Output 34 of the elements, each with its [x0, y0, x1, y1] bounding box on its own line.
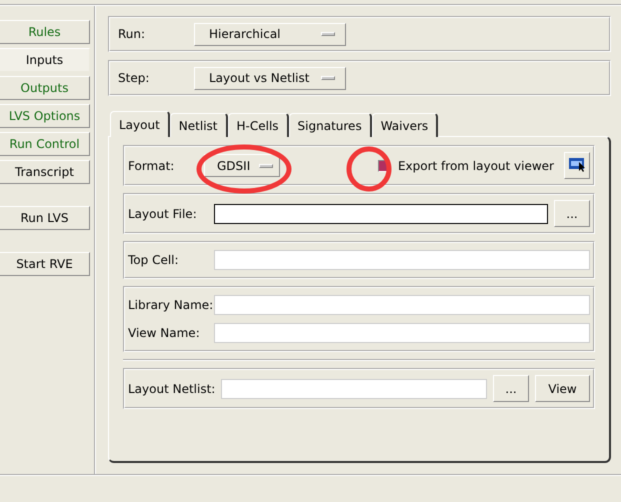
action-button[interactable]: Start RVE: [0, 252, 90, 276]
top-cell-label: Top Cell:: [128, 253, 180, 267]
tab[interactable]: Waivers: [372, 113, 438, 137]
view-button[interactable]: View: [535, 375, 590, 402]
layout-file-field[interactable]: [214, 204, 548, 224]
run-label: Run:: [118, 27, 146, 41]
sidebar-button[interactable]: Run Control: [0, 132, 90, 156]
view-name-field[interactable]: [214, 323, 590, 343]
sidebar-button[interactable]: LVS Options: [0, 104, 90, 128]
layout-file-label: Layout File:: [128, 206, 198, 220]
tab[interactable]: Layout: [110, 111, 170, 137]
action-button[interactable]: Run LVS: [0, 206, 90, 230]
run-dropdown[interactable]: Hierarchical: [194, 22, 346, 46]
sidebar-button[interactable]: Inputs: [0, 48, 90, 72]
step-label: Step:: [118, 71, 150, 85]
sidebar-button[interactable]: Outputs: [0, 76, 90, 100]
format-dropdown[interactable]: GDSII: [204, 154, 280, 177]
tab[interactable]: H-Cells: [228, 113, 289, 137]
layout-netlist-field[interactable]: [221, 378, 487, 398]
top-cell-field[interactable]: [214, 250, 590, 270]
step-dropdown[interactable]: Layout vs Netlist: [194, 66, 346, 90]
tab[interactable]: Signatures: [288, 113, 372, 137]
sidebar-button[interactable]: Rules: [0, 20, 90, 44]
sidebar-button[interactable]: Transcript: [0, 160, 90, 184]
view-name-label: View Name:: [128, 326, 201, 340]
format-label: Format:: [128, 158, 176, 172]
library-name-field[interactable]: [214, 295, 590, 315]
browse-button[interactable]: ...: [554, 200, 590, 227]
viewer-button[interactable]: [564, 152, 590, 179]
tab[interactable]: Netlist: [170, 113, 228, 137]
highlight-ellipse: [346, 146, 392, 192]
layout-netlist-label: Layout Netlist:: [128, 382, 216, 396]
export-label: Export from layout viewer: [398, 158, 554, 172]
browse-button[interactable]: ...: [493, 375, 529, 402]
